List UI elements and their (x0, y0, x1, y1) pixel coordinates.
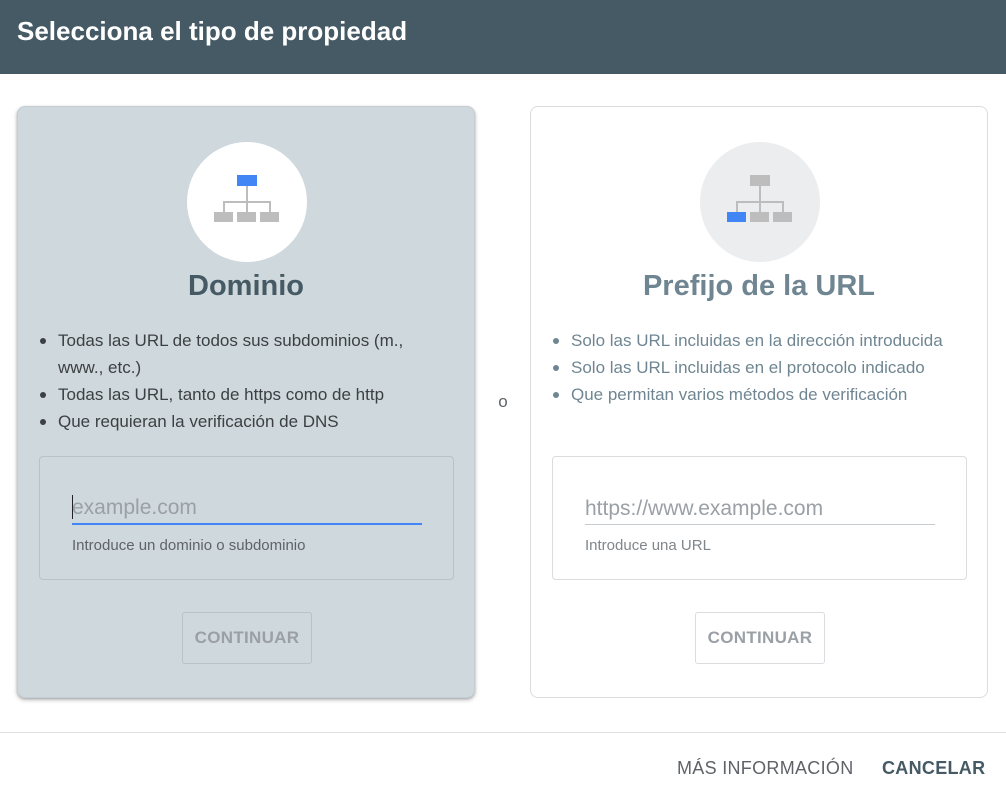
domain-feature-item: Todas las URL, tanto de https como de ht… (40, 381, 448, 408)
more-info-button[interactable]: MÁS INFORMACIÓN (677, 752, 854, 784)
dialog-title: Selecciona el tipo de propiedad (17, 16, 408, 46)
dialog-header: Selecciona el tipo de propiedad (0, 0, 1006, 74)
url-prefix-option-card[interactable]: Prefijo de la URL Solo las URL incluidas… (530, 106, 988, 698)
url-prefix-icon-circle (700, 142, 820, 262)
url-prefix-feature-item: Que permitan varios métodos de verificac… (553, 381, 961, 408)
text-caret (72, 495, 73, 519)
sitemap-icon (214, 175, 279, 222)
domain-title: Dominio (188, 270, 304, 302)
url-prefix-input-helper: Introduce una URL (585, 537, 711, 554)
url-prefix-feature-item: Solo las URL incluidas en el protocolo i… (553, 354, 961, 381)
domain-input[interactable] (72, 493, 422, 525)
domain-feature-item: Todas las URL de todos sus subdominios (… (40, 327, 448, 381)
option-separator: o (498, 392, 508, 411)
domain-option-card[interactable]: Dominio Todas las URL de todos sus subdo… (17, 106, 475, 698)
domain-input-helper: Introduce un dominio o subdominio (72, 537, 306, 554)
domain-continue-button[interactable]: CONTINUAR (182, 612, 312, 664)
url-prefix-continue-button[interactable]: CONTINUAR (695, 612, 825, 664)
domain-feature-item: Que requieran la verificación de DNS (40, 408, 448, 435)
footer-divider (0, 732, 1006, 733)
url-prefix-title: Prefijo de la URL (642, 270, 876, 302)
domain-icon-circle (187, 142, 307, 262)
url-prefix-feature-list: Solo las URL incluidas en la dirección i… (553, 327, 961, 408)
domain-input-box: Introduce un dominio o subdominio (39, 456, 454, 580)
sitemap-icon (727, 175, 792, 222)
cancel-button[interactable]: CANCELAR (882, 752, 985, 784)
url-prefix-feature-item: Solo las URL incluidas en la dirección i… (553, 327, 961, 354)
domain-feature-list: Todas las URL de todos sus subdominios (… (40, 327, 448, 435)
url-prefix-input[interactable] (585, 493, 935, 525)
url-prefix-input-box: Introduce una URL (552, 456, 967, 580)
